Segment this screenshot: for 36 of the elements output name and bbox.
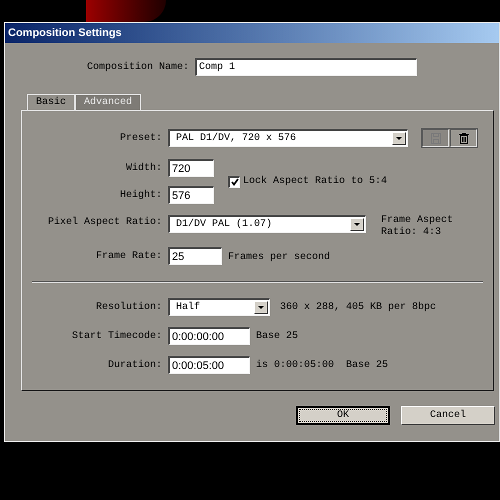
field-label: Start Timecode:: [72, 330, 162, 344]
dropdown[interactable]: Half: [168, 298, 270, 316]
checkbox[interactable]: [228, 176, 240, 188]
dialog-button[interactable]: OK: [296, 406, 390, 425]
base-text: Base 25: [256, 330, 298, 344]
dropdown[interactable]: PAL D1/DV, 720 x 576: [168, 129, 408, 147]
resolution-note: 360 x 288, 405 KB per 8bpc: [280, 300, 436, 314]
window-title: Composition Settings: [8, 26, 122, 41]
preset-action-button[interactable]: [450, 129, 477, 147]
unit-text: Frames per second: [228, 250, 330, 264]
field-label: Height:: [120, 188, 162, 202]
duration-note: is 0:00:05:00: [256, 358, 334, 372]
field-label: Resolution:: [96, 300, 162, 314]
text-field[interactable]: 0:00:05:00: [168, 356, 250, 374]
text-field[interactable]: 25: [168, 247, 222, 265]
checkbox-label: Lock Aspect Ratio to 5:4: [243, 174, 388, 189]
text-field[interactable]: 576: [168, 186, 214, 204]
field-label: Duration:: [108, 358, 162, 372]
text-field[interactable]: 0:00:00:00: [168, 327, 250, 345]
field-label: Preset:: [120, 132, 162, 146]
base-text: Base 25: [346, 358, 388, 372]
field-label: Width:: [126, 162, 162, 176]
check-icon: [230, 178, 238, 186]
trash-icon: [458, 132, 468, 144]
dropdown[interactable]: D1/DV PAL (1.07): [168, 215, 366, 233]
text-field[interactable]: 720: [168, 159, 214, 177]
field-label: Pixel Aspect Ratio:: [48, 216, 162, 230]
text-field[interactable]: Comp 1: [195, 58, 418, 76]
frame-aspect-note: Frame Aspect Ratio: 4:3: [381, 215, 454, 239]
tab[interactable]: Basic: [27, 94, 76, 110]
field-label: Frame Rate:: [96, 250, 162, 264]
dialog-button[interactable]: Cancel: [401, 406, 495, 425]
caret-icon: [396, 137, 402, 140]
caret-icon: [258, 306, 264, 309]
caret-icon: [354, 223, 360, 226]
field-label: Composition Name:: [87, 60, 190, 74]
